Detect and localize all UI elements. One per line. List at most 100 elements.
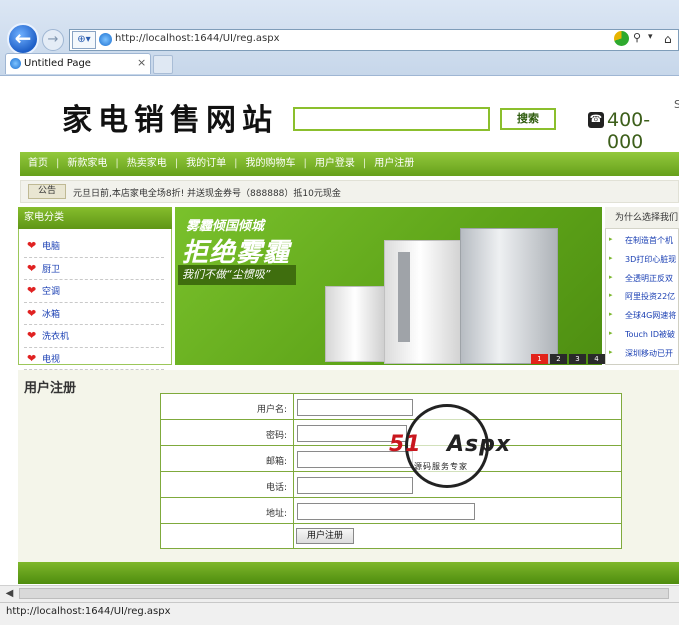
search-dropdown-icon[interactable]: ▾ bbox=[648, 32, 653, 42]
category-label[interactable]: 洗衣机 bbox=[42, 329, 69, 342]
site-logo[interactable]: 家电销售网站 bbox=[62, 95, 278, 139]
category-title: 家电分类 bbox=[18, 207, 172, 229]
phone-icon: ☎ bbox=[588, 112, 604, 128]
tab-close-icon[interactable]: × bbox=[137, 56, 146, 69]
category-item[interactable]: ❤ 洗衣机 bbox=[24, 325, 164, 348]
phone-number: 400-000 bbox=[607, 109, 651, 153]
username-label: 用户名: bbox=[256, 405, 287, 415]
banner-page-2[interactable]: 2 bbox=[550, 354, 567, 364]
address-label: 地址: bbox=[265, 509, 287, 519]
category-label[interactable]: 电脑 bbox=[42, 239, 60, 252]
heart-icon: ❤ bbox=[27, 306, 37, 320]
scroll-left-icon[interactable]: ◀ bbox=[2, 586, 17, 601]
refresh-icon[interactable] bbox=[614, 31, 629, 46]
search-button[interactable]: 搜索 bbox=[500, 108, 556, 130]
news-link[interactable]: 深圳移动已开 bbox=[625, 348, 673, 359]
footer-band bbox=[18, 562, 679, 584]
category-item[interactable]: ❤ 冰箱 bbox=[24, 303, 164, 325]
category-label[interactable]: 厨卫 bbox=[42, 262, 60, 275]
heart-icon: ❤ bbox=[27, 284, 37, 297]
watermark-tagline: 源码服务专家 bbox=[414, 462, 468, 471]
news-link[interactable]: 全透明正反双 bbox=[625, 273, 673, 284]
heart-icon: ❤ bbox=[27, 239, 37, 252]
address-url[interactable]: http://localhost:1644/UI/reg.aspx bbox=[115, 33, 280, 44]
list-item[interactable]: ▸ 在制造首个机 bbox=[605, 231, 679, 250]
username-input[interactable] bbox=[297, 399, 413, 416]
nav-item-my-cart[interactable]: 我的购物车 bbox=[238, 152, 304, 176]
nav-item-login[interactable]: 用户登录 bbox=[307, 152, 363, 176]
news-link[interactable]: 全球4G网速将 bbox=[625, 310, 676, 321]
list-item[interactable]: ▸ Touch ID被破 bbox=[605, 325, 679, 344]
forward-button[interactable]: → bbox=[42, 29, 64, 51]
list-item[interactable]: ▸ 阿里投资22亿 bbox=[605, 287, 679, 306]
status-text: http://localhost:1644/UI/reg.aspx bbox=[6, 606, 171, 617]
nav-item-register[interactable]: 用户注册 bbox=[366, 152, 422, 176]
banner-page-1[interactable]: 1 bbox=[531, 354, 548, 364]
category-label[interactable]: 冰箱 bbox=[42, 307, 60, 320]
category-label[interactable]: 空调 bbox=[42, 284, 60, 297]
heart-icon: ❤ bbox=[27, 261, 37, 275]
list-item[interactable]: ▸ 全透明正反双 bbox=[605, 269, 679, 288]
table-divider bbox=[293, 393, 294, 549]
header-right-text: S bbox=[674, 98, 679, 111]
search-input[interactable] bbox=[293, 107, 490, 131]
heart-icon: ❤ bbox=[27, 351, 37, 365]
bullet-icon: ▸ bbox=[609, 235, 613, 243]
bullet-icon: ▸ bbox=[609, 328, 613, 337]
scrollbar-thumb[interactable] bbox=[19, 588, 669, 599]
nav-item-hot-appliances[interactable]: 热卖家电 bbox=[119, 152, 175, 176]
ie-favicon-icon bbox=[99, 33, 112, 46]
air-purifier-image bbox=[384, 240, 464, 364]
tab-title[interactable]: Untitled Page bbox=[24, 58, 91, 69]
news-link[interactable]: 阿里投资22亿 bbox=[625, 291, 675, 302]
list-item[interactable]: ▸ 深圳移动已开 bbox=[605, 344, 679, 363]
bullet-icon: ▸ bbox=[609, 272, 613, 281]
nav-item-new-appliances[interactable]: 新款家电 bbox=[59, 152, 115, 176]
air-purifier-image bbox=[325, 286, 385, 362]
category-item[interactable]: ❤ 电脑 bbox=[24, 235, 164, 258]
list-item[interactable]: ▸ 3D打印心脏现 bbox=[605, 250, 679, 269]
list-item[interactable]: ▸ 全球4G网速将 bbox=[605, 306, 679, 325]
bullet-icon: ▸ bbox=[609, 310, 613, 319]
banner-page-4[interactable]: 4 bbox=[588, 354, 605, 364]
category-item[interactable]: ❤ 电视 bbox=[24, 348, 164, 370]
banner-page-3[interactable]: 3 bbox=[569, 354, 586, 364]
category-item[interactable]: ❤ 空调 bbox=[24, 280, 164, 303]
register-submit-button[interactable]: 用户注册 bbox=[296, 528, 354, 544]
nav-item-home[interactable]: 首页 bbox=[20, 152, 56, 176]
category-item[interactable]: ❤ 厨卫 bbox=[24, 258, 164, 280]
new-tab-button[interactable] bbox=[153, 55, 173, 74]
news-link[interactable]: Touch ID被破 bbox=[625, 329, 675, 340]
tab-favicon-icon bbox=[10, 58, 21, 69]
heart-icon: ❤ bbox=[27, 329, 37, 342]
why-list: ▸ 在制造首个机 ▸ 3D打印心脏现 ▸ 全透明正反双 ▸ 阿里投资22亿 ▸ 全球4G网… bbox=[605, 231, 679, 363]
email-label: 邮箱: bbox=[265, 457, 287, 467]
password-label: 密码: bbox=[265, 431, 287, 441]
nav-item-my-orders[interactable]: 我的订单 bbox=[178, 152, 234, 176]
compat-view-icon[interactable]: ⊕▾ bbox=[72, 31, 96, 49]
notice-text: 元旦日前,本店家电全场8折! 并送现金券号（888888）抵10元现金 bbox=[73, 189, 341, 199]
search-icon[interactable]: ⚲ bbox=[633, 31, 641, 44]
watermark-brand-name: Aspx bbox=[447, 432, 512, 457]
back-button[interactable]: ← bbox=[7, 23, 39, 55]
register-title: 用户注册 bbox=[24, 381, 77, 396]
news-link[interactable]: 在制造首个机 bbox=[625, 235, 673, 246]
notice-badge: 公告 bbox=[28, 184, 66, 199]
watermark-brand-number: 51 bbox=[389, 432, 422, 457]
banner-slogan: 我们不做“尘惯吸” bbox=[178, 265, 296, 285]
phone-label: 电话: bbox=[265, 483, 287, 493]
category-list: ❤ 电脑 ❤ 厨卫 ❤ 空调 ❤ 冰箱 ❤ 洗衣机 ❤ 电视 bbox=[24, 235, 164, 370]
purifier-panel bbox=[398, 252, 410, 342]
address-input[interactable] bbox=[297, 503, 475, 520]
main-nav: 首页 | 新款家电 | 热卖家电 | 我的订单 | 我的购物车 | 用户登录 | 用户注册 bbox=[20, 152, 422, 176]
why-title: 为什么选择我们 bbox=[605, 207, 679, 229]
bullet-icon: ▸ bbox=[609, 253, 613, 262]
bullet-icon: ▸ bbox=[609, 347, 613, 356]
bullet-icon: ▸ bbox=[609, 291, 613, 300]
phone-input[interactable] bbox=[297, 477, 413, 494]
news-link[interactable]: 3D打印心脏现 bbox=[625, 254, 676, 265]
home-icon[interactable]: ⌂ bbox=[664, 32, 672, 46]
banner-pager: 1 2 3 4 bbox=[531, 354, 607, 364]
air-purifier-image bbox=[460, 228, 558, 364]
category-label[interactable]: 电视 bbox=[42, 352, 60, 365]
